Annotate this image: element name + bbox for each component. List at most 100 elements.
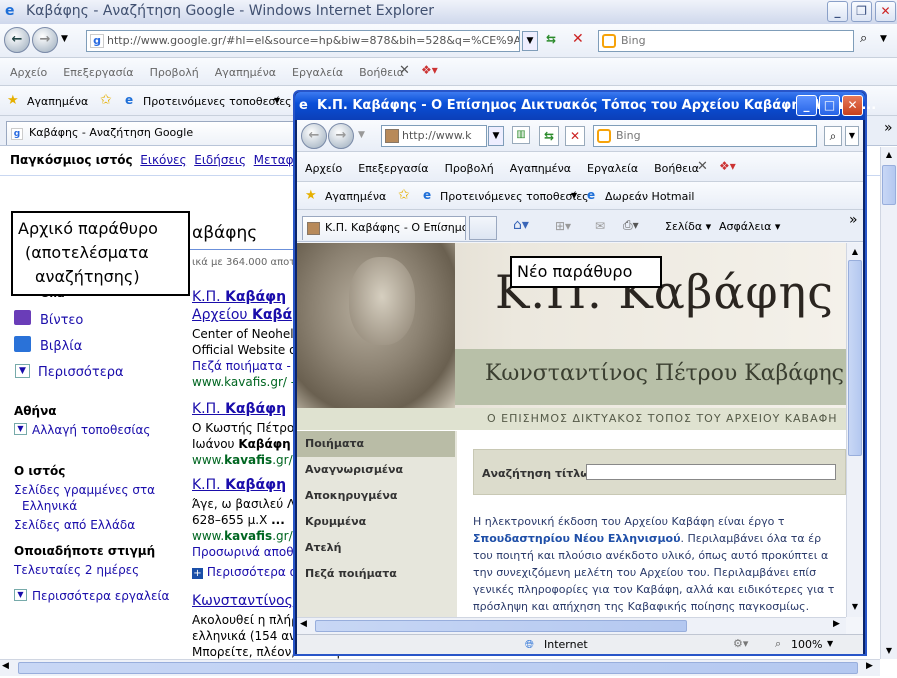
r1-title-b[interactable]: Καβάφη [225, 289, 286, 305]
zoom-icon[interactable]: ⌕ [775, 637, 781, 651]
scroll-up-icon[interactable]: ▲ [881, 147, 897, 163]
popup-minimize-button[interactable]: _ [796, 95, 817, 116]
forward-button[interactable]: → [32, 27, 58, 53]
main-scroll-thumb[interactable] [882, 165, 896, 205]
popup-suggested-button[interactable]: Προτεινόμενες τοποθεσίες [440, 190, 589, 203]
popup-scroll-thumb[interactable] [848, 260, 862, 456]
popup-menu-file[interactable]: Αρχείο [305, 162, 342, 175]
popup-compat-icon[interactable]: ▥ [512, 126, 530, 144]
menu-view[interactable]: Προβολή [150, 66, 199, 79]
more-expand-icon[interactable]: ▼ [15, 364, 30, 378]
popup-nav-dropdown-icon[interactable]: ▼ [358, 130, 365, 140]
popup-menu-edit[interactable]: Επεξεργασία [358, 162, 428, 175]
stop-icon[interactable]: ✕ [572, 31, 584, 47]
main-url-input[interactable]: http://www.google.gr/#hl=el&source=hp&bi… [86, 30, 520, 52]
location-expand-icon[interactable]: ▼ [14, 423, 27, 435]
r4-title[interactable]: Κωνσταντίνος [192, 593, 293, 609]
zoom-level[interactable]: 100% [791, 638, 822, 651]
tools-expand-icon[interactable]: ▼ [14, 589, 27, 601]
nav-web[interactable]: Παγκόσμιος ιστός [10, 153, 133, 167]
refresh-icon[interactable]: ⇆ [546, 32, 556, 46]
url-dropdown-icon[interactable]: ▼ [522, 31, 538, 51]
body-line2-link[interactable]: Σπουδαστηρίου Νέου Ελληνισμού [473, 532, 681, 545]
popup-new-tab-button[interactable] [469, 216, 497, 240]
popup-refresh-icon[interactable]: ⇆ [539, 126, 559, 146]
protected-mode-icon[interactable]: ⚙▾ [733, 637, 748, 650]
side-prose-poems[interactable]: Πεζά ποιήματα [297, 561, 455, 587]
r3-more[interactable]: Περισσότερα α [207, 565, 298, 579]
popup-stop-icon[interactable]: ✕ [565, 126, 585, 146]
side-recognized[interactable]: Αναγνωρισμένα [297, 457, 455, 483]
popup-suggested-dropdown-icon[interactable]: ▼ [571, 191, 577, 200]
main-hscroll-thumb[interactable] [18, 662, 858, 674]
r3-more-icon[interactable]: + [192, 568, 203, 579]
popup-menu-help[interactable]: Βοήθεια [654, 162, 699, 175]
popup-menu-tools[interactable]: Εργαλεία [587, 162, 638, 175]
nav-dropdown-icon[interactable]: ▼ [61, 34, 68, 44]
back-button[interactable]: ← [4, 27, 30, 53]
left-more[interactable]: Περισσότερα [38, 365, 124, 380]
r1-title-a[interactable]: Κ.Π. [192, 289, 225, 305]
r3-sub[interactable]: Προσωρινά αποθ [192, 545, 294, 559]
popup-url-dropdown-icon[interactable]: ▼ [488, 126, 504, 146]
popup-favorites-button[interactable]: Αγαπημένα [325, 190, 386, 203]
scroll-left-icon[interactable]: ◀ [2, 661, 9, 671]
tab-google-search[interactable]: Καβάφης - Αναζήτηση Google [6, 121, 296, 145]
popup-maximize-button[interactable]: □ [819, 95, 840, 116]
menu-file[interactable]: Αρχείο [10, 66, 47, 79]
close-button[interactable]: ✕ [875, 1, 896, 22]
home-icon[interactable]: ⌂▾ [513, 217, 529, 233]
popup-addon-icon[interactable]: ❖▾ [719, 159, 736, 173]
mail-icon[interactable]: ✉ [595, 219, 605, 233]
side-repudiated[interactable]: Αποκηρυγμένα [297, 483, 455, 509]
menu-help[interactable]: Βοήθεια [359, 66, 404, 79]
web-greek[interactable]: Σελίδες γραμμένες στα [14, 483, 155, 497]
popup-close-button[interactable]: ✕ [842, 95, 863, 116]
side-unfinished[interactable]: Ατελή [297, 535, 455, 561]
title-search-input[interactable] [586, 464, 836, 480]
page-menu[interactable]: Σελίδα ▾ [665, 220, 711, 233]
side-poems[interactable]: Ποιήματα [297, 431, 455, 457]
popup-scroll-up-icon[interactable]: ▲ [847, 244, 863, 259]
suggested-sites-button[interactable]: Προτεινόμενες τοποθεσίες [143, 95, 292, 108]
time-last2[interactable]: Τελευταίες 2 ημέρες [14, 563, 139, 577]
popup-hscroll-thumb[interactable] [315, 620, 687, 632]
safety-menu[interactable]: Ασφάλεια ▾ [719, 220, 780, 233]
favorites-button[interactable]: Αγαπημένα [27, 95, 88, 108]
r2-title-a[interactable]: Κ.Π. [192, 401, 225, 417]
menu-edit[interactable]: Επεξεργασία [63, 66, 133, 79]
location-change[interactable]: Αλλαγή τοποθεσίας [32, 423, 150, 437]
popup-vertical-scrollbar[interactable]: ▲ ▼ [846, 243, 863, 617]
search-icon[interactable]: ⌕ [860, 31, 867, 46]
r1-title2-a[interactable]: Αρχείου [192, 307, 252, 323]
zoom-dropdown-icon[interactable]: ▼ [827, 639, 833, 648]
search-dropdown-icon[interactable]: ▼ [880, 34, 887, 44]
maximize-button[interactable]: ❐ [851, 1, 872, 22]
popup-horizontal-scrollbar[interactable]: ◀ ▶ [297, 617, 846, 634]
minimize-button[interactable]: _ [827, 1, 848, 22]
toolbar-chevron-icon[interactable]: » [884, 120, 893, 136]
close-toolbar-icon[interactable]: ✕ [399, 63, 410, 78]
popup-close-toolbar-icon[interactable]: ✕ [697, 159, 708, 174]
r3-title-a[interactable]: Κ.Π. [192, 477, 225, 493]
r3-title-b[interactable]: Καβάφη [225, 477, 286, 493]
add-favorite-icon[interactable]: ✩ [100, 92, 112, 108]
main-horizontal-scrollbar[interactable]: ◀ ▶ [0, 659, 880, 676]
popup-menu-view[interactable]: Προβολή [445, 162, 494, 175]
addon-icon[interactable]: ❖▾ [421, 63, 438, 77]
web-greece[interactable]: Σελίδες από Ελλάδα [14, 518, 135, 532]
menu-tools[interactable]: Εργαλεία [292, 66, 343, 79]
popup-scroll-down-icon[interactable]: ▼ [847, 599, 863, 615]
menu-favorites[interactable]: Αγαπημένα [215, 66, 276, 79]
side-hidden[interactable]: Κρυμμένα [297, 509, 455, 535]
suggested-dropdown-icon[interactable]: ▼ [274, 96, 280, 105]
popup-toolbar-chevron-icon[interactable]: » [849, 212, 858, 228]
print-icon[interactable]: ⎙▾ [623, 218, 639, 233]
popup-scroll-right-icon[interactable]: ▶ [833, 619, 840, 629]
popup-add-favorite-icon[interactable]: ✩ [398, 187, 410, 203]
popup-tab-kavafis[interactable]: Κ.Π. Καβάφης - Ο Επίσημο... [302, 216, 466, 240]
popup-search-icon[interactable]: ⌕ [824, 126, 842, 146]
feeds-icon[interactable]: ⊞▾ [555, 219, 571, 233]
nav-images[interactable]: Εικόνες [140, 153, 186, 167]
r1-title2-b[interactable]: Καβά [252, 307, 292, 323]
